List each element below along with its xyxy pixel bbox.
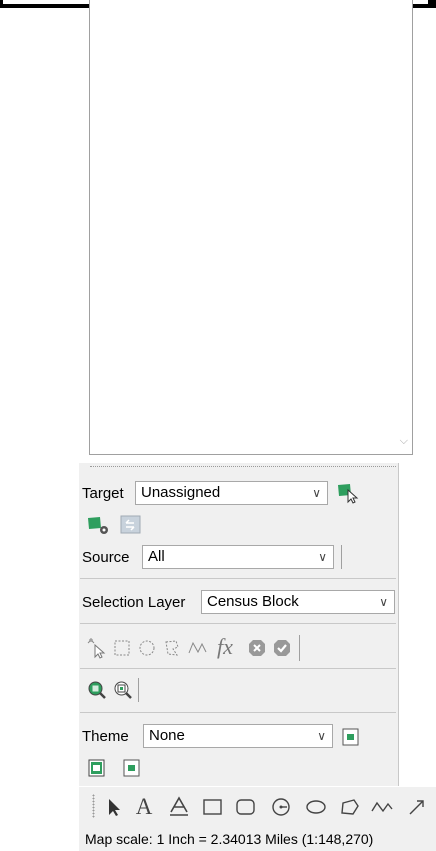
toolbar-separator	[299, 635, 300, 661]
outlined-text-draw-icon[interactable]	[166, 796, 192, 818]
toolbar-separator	[138, 678, 139, 702]
status-bar: Map scale: 1 Inch = 2.34013 Miles (1:148…	[79, 827, 436, 851]
scroll-down-icon[interactable]: ⌵	[400, 435, 408, 448]
swap-target-icon[interactable]	[118, 514, 144, 536]
theme-dropdown[interactable]: None ∨	[143, 724, 333, 748]
selection-layer-dropdown[interactable]: Census Block ∨	[201, 590, 395, 614]
selection-layer-dropdown-value: Census Block	[207, 593, 299, 610]
line-select-icon[interactable]	[186, 637, 210, 659]
assign-target-icon[interactable]	[86, 515, 112, 537]
theme-dropdown-value: None	[149, 727, 185, 744]
theme-settings-icon[interactable]	[340, 726, 362, 748]
rounded-rectangle-draw-icon[interactable]	[233, 796, 259, 818]
theme-label: Theme	[82, 728, 129, 745]
chevron-down-icon: ∨	[318, 550, 327, 564]
circle-select-icon[interactable]	[135, 637, 159, 659]
select-target-icon[interactable]	[336, 481, 362, 505]
chevron-down-icon: ∨	[317, 729, 326, 743]
selection-layer-label: Selection Layer	[82, 594, 186, 611]
panel-divider	[80, 578, 396, 579]
theme-new-icon[interactable]	[121, 757, 143, 779]
map-scale-text: Map scale: 1 Inch = 2.34013 Miles (1:148…	[85, 831, 374, 847]
panel-divider	[80, 712, 396, 713]
target-label: Target	[82, 485, 124, 502]
source-dropdown[interactable]: All ∨	[142, 545, 334, 569]
polygon-draw-icon[interactable]	[337, 796, 363, 818]
source-dropdown-value: All	[148, 548, 165, 565]
panel-divider	[80, 668, 396, 669]
rectangle-select-icon[interactable]	[110, 637, 134, 659]
text-draw-icon[interactable]: A	[131, 794, 157, 819]
target-dropdown-value: Unassigned	[141, 484, 221, 501]
rectangle-draw-icon[interactable]	[200, 796, 226, 818]
line-draw-icon[interactable]	[404, 796, 430, 818]
circle-draw-icon[interactable]	[268, 796, 294, 818]
pointer-select-icon[interactable]	[85, 637, 107, 659]
clear-selection-icon[interactable]	[245, 637, 269, 659]
ellipse-draw-icon[interactable]	[303, 796, 329, 818]
panel-divider	[80, 623, 396, 624]
toolbar-grip[interactable]	[92, 794, 95, 818]
arrow-draw-icon[interactable]	[102, 796, 126, 818]
chevron-down-icon: ∨	[312, 486, 321, 500]
theme-copy-icon[interactable]	[86, 757, 108, 779]
zoom-to-selection-icon[interactable]	[85, 679, 109, 701]
chevron-down-icon: ∨	[379, 595, 388, 609]
panel-grip-line[interactable]	[90, 466, 396, 467]
zoom-to-extent-icon[interactable]	[111, 679, 135, 701]
target-dropdown[interactable]: Unassigned ∨	[135, 481, 328, 505]
source-label: Source	[82, 549, 130, 566]
freehand-draw-icon[interactable]	[369, 796, 395, 818]
accept-selection-icon[interactable]	[270, 637, 294, 659]
toolbar-separator	[341, 545, 342, 569]
lasso-select-icon[interactable]	[160, 637, 184, 659]
district-list-box[interactable]: ⌵	[89, 0, 413, 455]
function-select-icon[interactable]: fx	[210, 634, 240, 660]
